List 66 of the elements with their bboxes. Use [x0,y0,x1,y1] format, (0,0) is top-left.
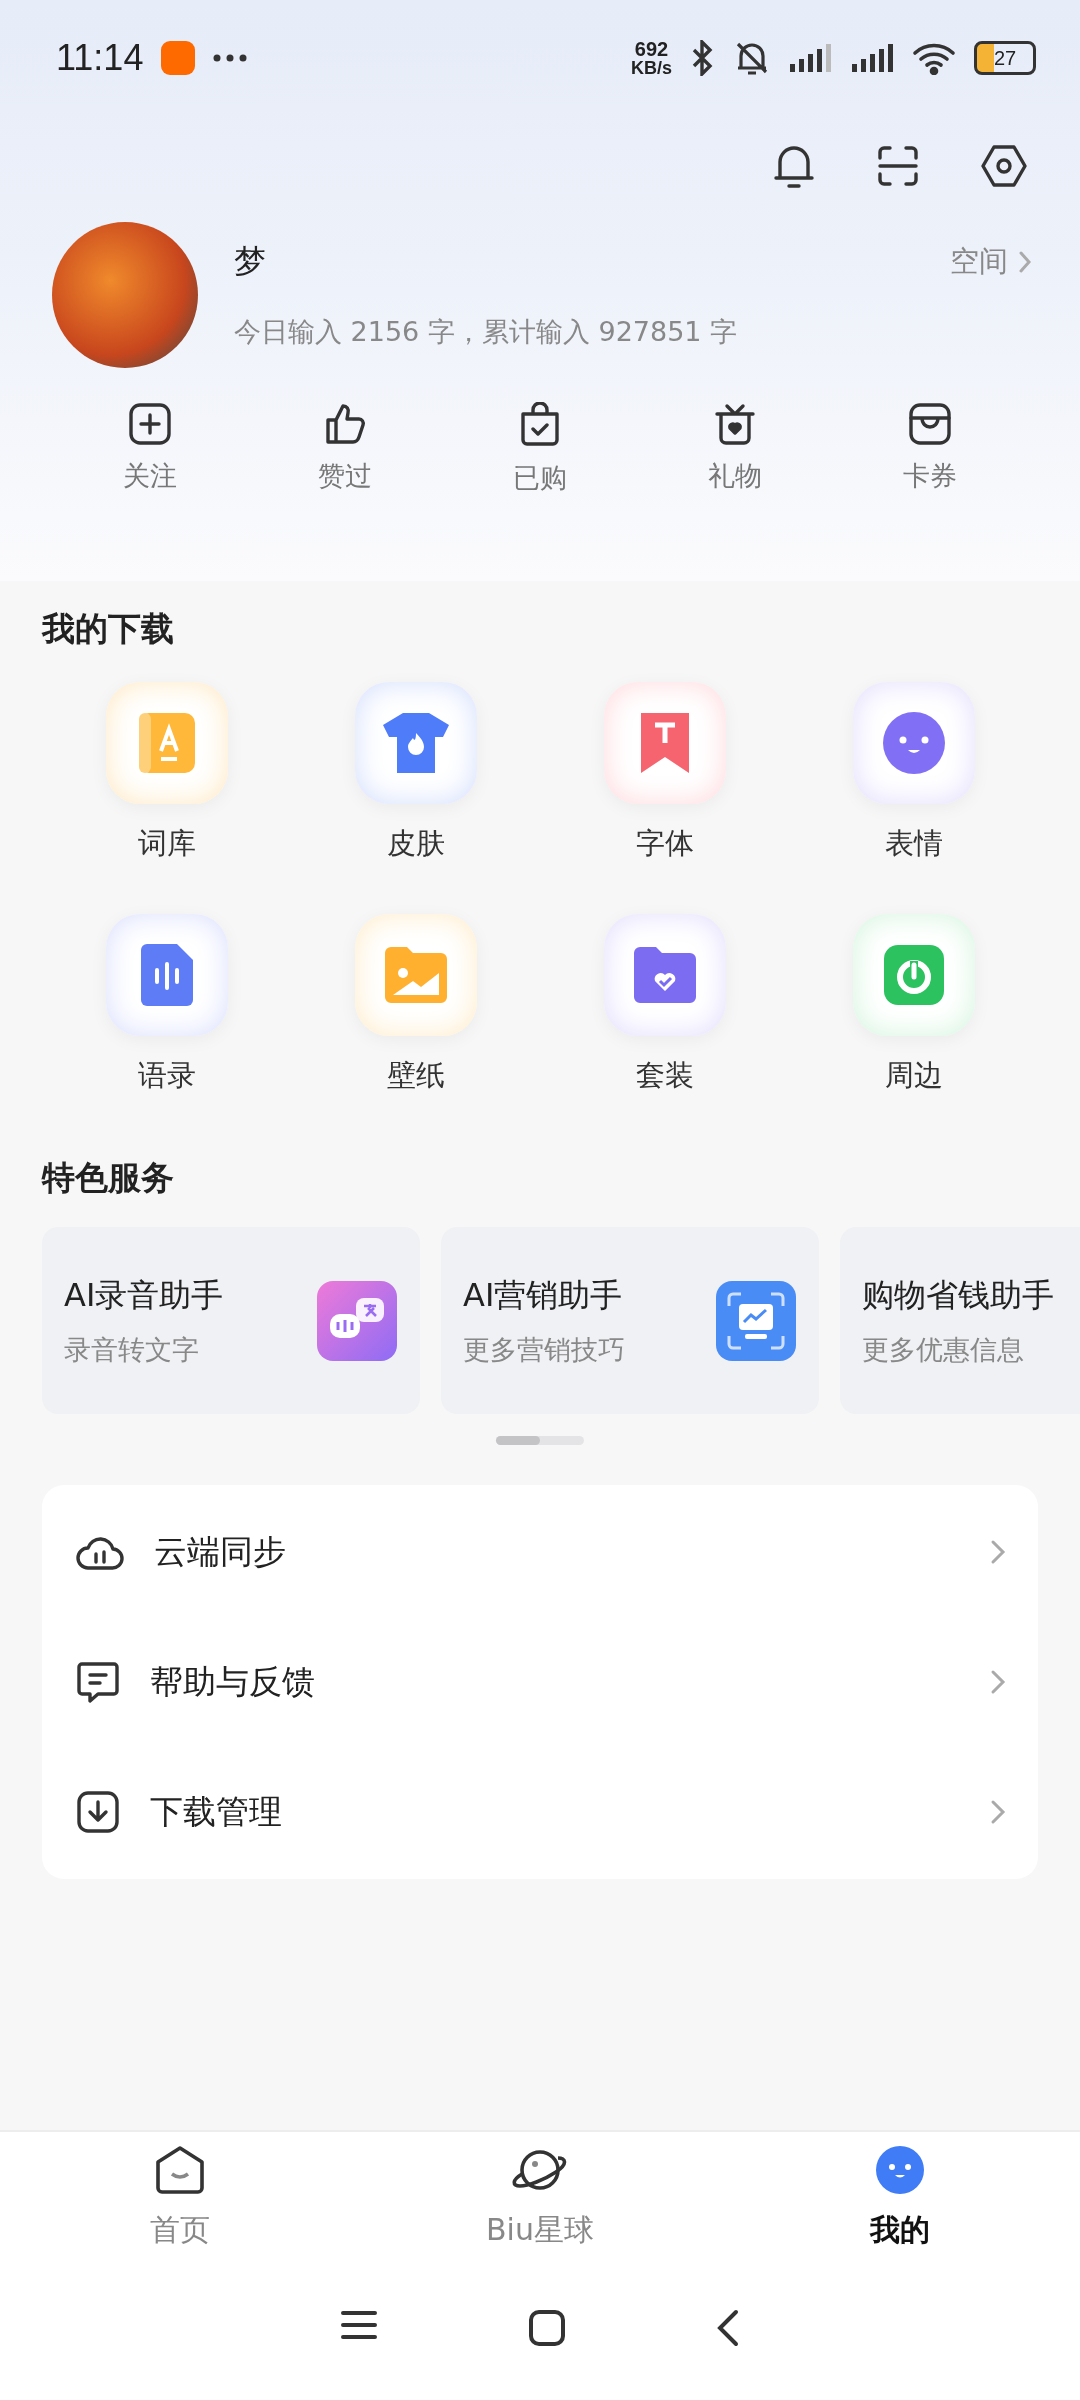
chart-screen-icon [715,1279,797,1362]
tshirt-flame-icon [380,711,451,775]
muted-bell-icon [734,40,770,76]
translate-chat-icon [316,1279,398,1362]
download-category-button[interactable]: 语录 [42,914,291,1096]
voice-document-icon [138,942,195,1008]
service-card[interactable]: AI录音助手 录音转文字 [42,1227,420,1414]
download-category-button[interactable]: 词库 [42,682,291,864]
battery-level-text: 27 [993,46,1017,70]
gift-icon [712,402,757,446]
picture-folder-icon [382,945,449,1005]
signal-icon [788,42,832,74]
settings-icon[interactable] [980,144,1028,188]
input-stats-text: 今日输入 2156 字，累计输入 927851 字 [234,315,739,349]
menu-icon[interactable] [340,2309,378,2341]
section-title: 我的下载 [42,608,175,650]
power-app-icon [881,943,946,1007]
home-square-icon[interactable] [528,2309,566,2347]
quick-action-button[interactable]: 已购 [479,402,600,496]
status-time: 11:14 [56,37,144,79]
menu-item[interactable]: 下载管理 [42,1747,1038,1877]
scan-icon[interactable] [876,144,920,188]
service-card[interactable]: AI营销助手 更多营销技巧 [441,1227,819,1414]
network-speed-value: 692 [634,39,669,59]
service-title: AI营销助手 [463,1274,624,1316]
download-category-button[interactable]: 周边 [789,914,1038,1096]
nav-tab[interactable]: 首页 [0,2144,360,2251]
download-category-button[interactable]: 皮肤 [291,682,540,864]
quick-action-button[interactable]: 礼物 [674,402,795,496]
chevron-right-icon [990,1799,1006,1825]
add-square-icon [127,402,172,446]
menu-item[interactable]: 帮助与反馈 [42,1617,1038,1747]
download-box-icon [76,1790,120,1834]
download-category-button[interactable]: 字体 [540,682,789,864]
home-icon [154,2144,206,2196]
menu-item[interactable]: 云端同步 [42,1487,1038,1617]
network-speed-unit: KB/s [631,59,672,77]
nav-tab[interactable]: 我的 [720,2144,1080,2251]
heart-folder-icon [631,945,698,1005]
quick-action-button[interactable]: 卡券 [869,402,990,496]
app-notification-icon [161,41,196,75]
wifi-icon [912,41,956,75]
quick-action-button[interactable]: 赞过 [284,402,405,496]
user-name: 梦 [234,241,267,282]
service-subtitle: 录音转文字 [64,1332,200,1367]
download-category-button[interactable]: 套装 [540,914,789,1096]
ticket-icon [907,402,952,446]
service-card[interactable]: 购物省钱助手 更多优惠信息 [840,1227,1080,1414]
back-icon[interactable] [716,2309,740,2347]
nav-tab[interactable]: Biu星球 [360,2144,720,2251]
service-title: 购物省钱助手 [862,1274,1055,1316]
chevron-right-icon [1018,250,1032,274]
service-title: AI录音助手 [64,1274,225,1316]
section-title: 特色服务 [42,1157,175,1199]
more-dots-icon [213,54,248,62]
chevron-right-icon [990,1669,1006,1695]
chat-bubble-icon [76,1660,120,1704]
smiley-face-icon [874,2144,926,2196]
service-subtitle: 更多营销技巧 [463,1332,626,1367]
download-category-button[interactable]: 壁纸 [291,914,540,1096]
chevron-right-icon [990,1539,1006,1565]
download-category-button[interactable]: 表情 [789,682,1038,864]
smiley-face-icon [880,710,947,776]
quick-action-button[interactable]: 关注 [89,402,210,496]
service-subtitle: 更多优惠信息 [862,1332,1025,1367]
signal-icon [850,42,894,74]
